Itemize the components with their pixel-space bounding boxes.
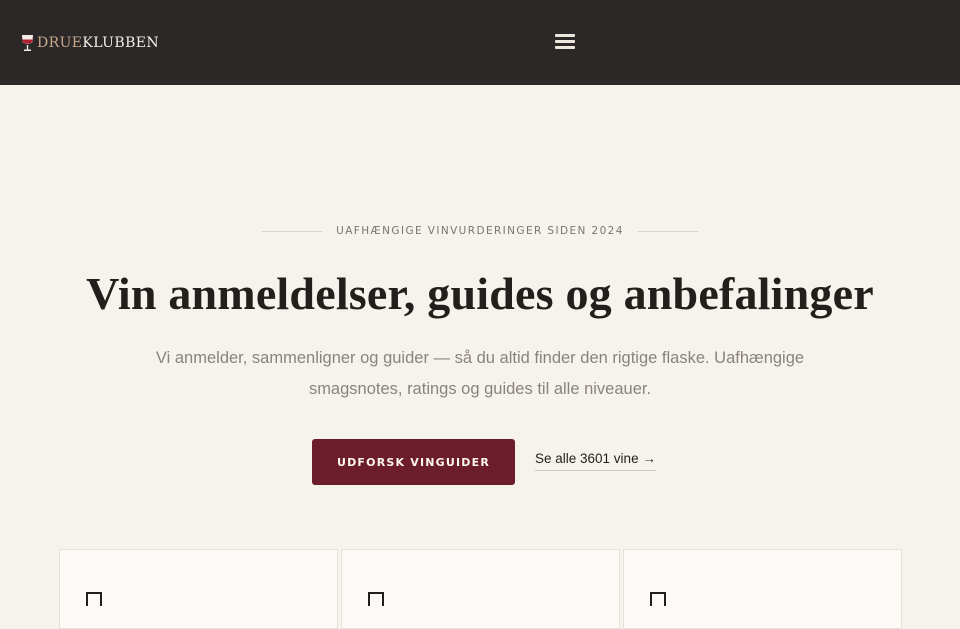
hamburger-menu-icon[interactable] xyxy=(554,34,576,52)
outline-square-icon xyxy=(86,592,102,606)
logo-text-klubben: KLUBBEN xyxy=(82,35,160,51)
wine-glass-icon xyxy=(22,35,33,51)
hero-section: UAFHÆNGIGE VINVURDERINGER SIDEN 2024 Vin… xyxy=(0,85,960,629)
hero-title: Vin anmeldelser, guides og anbefalinger xyxy=(86,268,874,319)
eyebrow-text: UAFHÆNGIGE VINVURDERINGER SIDEN 2024 xyxy=(336,225,624,237)
explore-guides-button[interactable]: UDFORSK VINGUIDER xyxy=(312,439,515,485)
hero-subtitle: Vi anmelder, sammenligner og guider — så… xyxy=(155,349,805,398)
eyebrow-row: UAFHÆNGIGE VINVURDERINGER SIDEN 2024 xyxy=(0,225,960,237)
site-header: DRUEKLUBBEN xyxy=(0,0,960,85)
feature-card[interactable] xyxy=(341,549,620,629)
see-all-wines-link[interactable]: Se alle 3601 vine → xyxy=(535,451,656,471)
outline-square-icon xyxy=(368,592,384,606)
logo-wordmark: DRUEKLUBBEN xyxy=(37,35,159,51)
eyebrow-divider-left xyxy=(262,230,323,232)
feature-card[interactable] xyxy=(59,549,338,629)
feature-card[interactable] xyxy=(623,549,902,629)
eyebrow-divider-right xyxy=(637,230,698,232)
logo-text-drue: DRUE xyxy=(37,35,83,51)
outline-square-icon xyxy=(650,592,666,606)
site-logo[interactable]: DRUEKLUBBEN xyxy=(20,33,159,53)
